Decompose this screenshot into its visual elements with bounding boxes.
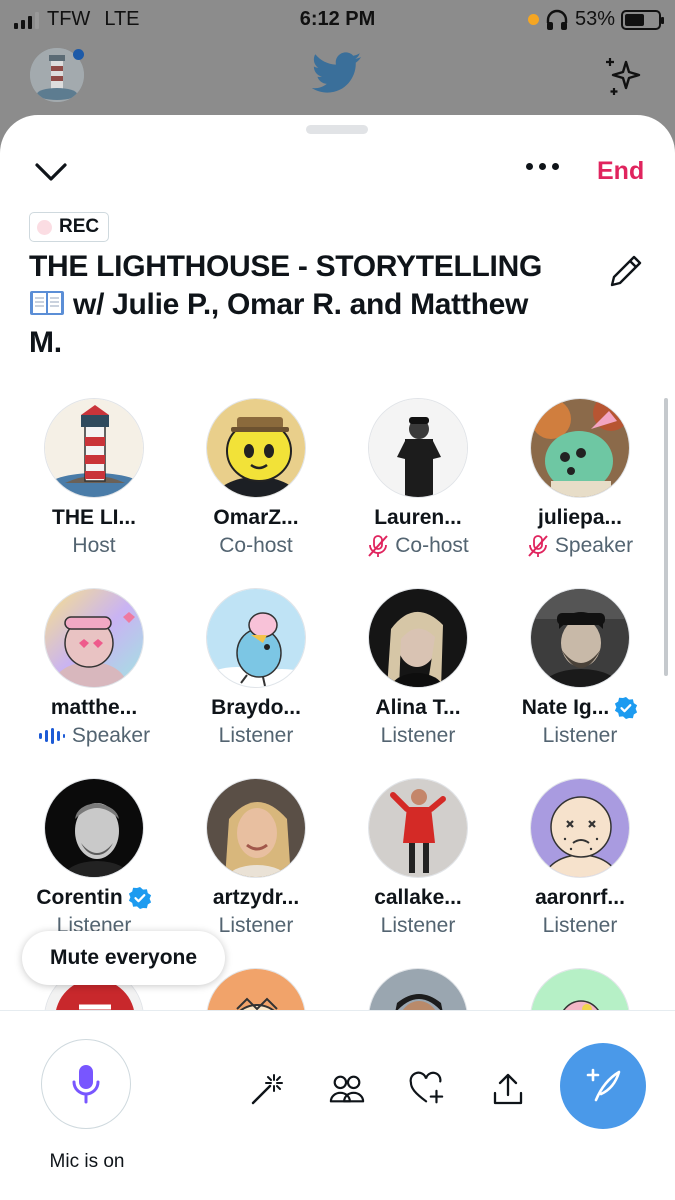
- speaking-waveform-icon: [38, 728, 65, 744]
- participant-name: artzydr...: [212, 886, 300, 909]
- participant-tile[interactable]: artzydr... Listener: [175, 778, 337, 938]
- title-line-2: w/ Julie P., Omar R. and Matthew: [73, 288, 529, 321]
- mic-toggle-button[interactable]: [41, 1039, 131, 1129]
- participant-avatar: [368, 778, 468, 878]
- sparkle-icon[interactable]: [602, 54, 646, 98]
- participant-role: Listener: [380, 914, 456, 937]
- participant-name: Nate Ig...: [521, 696, 610, 719]
- more-options-icon[interactable]: [526, 163, 559, 170]
- participant-tile[interactable]: OmarZ... Co-host: [175, 398, 337, 558]
- participant-avatar: [206, 588, 306, 688]
- verified-badge-icon: [128, 887, 151, 909]
- participant-avatar: [530, 778, 630, 878]
- mic-status-label: Mic is on: [49, 1151, 125, 1172]
- participant-avatar: [368, 588, 468, 688]
- participant-role: Speaker: [554, 534, 634, 557]
- heart-plus-icon[interactable]: [409, 1071, 445, 1107]
- battery-percent: 53%: [574, 8, 615, 30]
- participant-tile[interactable]: Alina T... Listener: [337, 588, 499, 748]
- participant-avatar: [368, 398, 468, 498]
- participant-tile[interactable]: Nate Ig... Listener: [499, 588, 661, 748]
- participant-name: callake...: [374, 886, 462, 909]
- share-icon[interactable]: [490, 1071, 526, 1107]
- verified-badge-icon: [615, 697, 638, 719]
- participant-name: juliepa...: [537, 506, 623, 529]
- rec-label: REC: [59, 216, 100, 237]
- mic-in-use-indicator: [527, 14, 539, 25]
- twitter-bird-icon: [312, 52, 362, 93]
- participant-name: OmarZ...: [213, 506, 299, 529]
- people-icon[interactable]: [329, 1071, 365, 1107]
- quill-plus-icon: [586, 1068, 621, 1102]
- chevron-down-icon[interactable]: [32, 157, 70, 187]
- participant-avatar: [530, 398, 630, 498]
- participant-role: Listener: [380, 724, 456, 747]
- participant-tile[interactable]: callake... Listener: [337, 778, 499, 938]
- participant-role: Listener: [218, 724, 294, 747]
- participant-tile[interactable]: aaronrf... Listener: [499, 778, 661, 938]
- participant-name: matthe...: [50, 696, 138, 719]
- compose-tweet-button[interactable]: [560, 1043, 646, 1129]
- participant-name: aaronrf...: [535, 886, 625, 909]
- space-title: THE LIGHTHOUSE - STORYTELLING w/ Julie P…: [29, 248, 599, 362]
- participant-role: Listener: [542, 914, 618, 937]
- participant-tile[interactable]: juliepa... Speaker: [499, 398, 661, 558]
- participant-tile[interactable]: THE LI... Host: [13, 398, 175, 558]
- participant-avatar: [206, 778, 306, 878]
- participant-avatar: [44, 778, 144, 878]
- notification-dot: [73, 49, 84, 60]
- mute-everyone-button[interactable]: Mute everyone: [22, 931, 226, 985]
- participant-name: Alina T...: [375, 696, 461, 719]
- bottom-toolbar: Mic is on: [0, 1010, 675, 1200]
- effects-wand-icon[interactable]: [248, 1071, 284, 1107]
- muted-mic-icon: [528, 535, 548, 557]
- participant-role: Host: [72, 534, 116, 557]
- end-space-button[interactable]: End: [597, 157, 644, 186]
- participant-role: Listener: [542, 724, 618, 747]
- participant-tile[interactable]: matthe... Speaker: [13, 588, 175, 748]
- status-bar: TFW LTE 6:12 PM 53%: [0, 0, 675, 38]
- participant-avatar: [44, 588, 144, 688]
- headphones-icon: [546, 9, 568, 30]
- participant-avatar: [530, 588, 630, 688]
- muted-mic-icon: [368, 535, 388, 557]
- microphone-icon: [72, 1065, 100, 1104]
- space-sheet: End REC THE LIGHTHOUSE - STORYTELLING w/…: [0, 115, 675, 1200]
- participant-avatar: [44, 398, 144, 498]
- participant-avatar: [206, 398, 306, 498]
- edit-pencil-icon[interactable]: [606, 251, 646, 291]
- sheet-grabber[interactable]: [306, 125, 368, 134]
- scrollbar[interactable]: [664, 398, 668, 676]
- recording-badge: REC: [29, 212, 110, 242]
- app-header: [0, 38, 675, 114]
- participant-role: Listener: [218, 914, 294, 937]
- participant-name: Corentin: [36, 886, 123, 909]
- participant-role: Co-host: [395, 534, 469, 557]
- participant-tile[interactable]: Lauren... Co-host: [337, 398, 499, 558]
- participant-name: THE LI...: [52, 506, 136, 529]
- title-line-3: M.: [29, 326, 62, 359]
- participant-name: Lauren...: [374, 506, 462, 529]
- participant-tile[interactable]: Corentin Listener: [13, 778, 175, 938]
- participant-tile[interactable]: Braydo... Listener: [175, 588, 337, 748]
- participant-role: Co-host: [219, 534, 293, 557]
- open-book-icon: [30, 291, 64, 315]
- battery-icon: [621, 9, 664, 30]
- participant-name: Braydo...: [211, 696, 301, 719]
- record-dot-icon: [37, 219, 52, 235]
- title-line-1: THE LIGHTHOUSE - STORYTELLING: [29, 250, 542, 283]
- participant-role: Speaker: [71, 724, 151, 747]
